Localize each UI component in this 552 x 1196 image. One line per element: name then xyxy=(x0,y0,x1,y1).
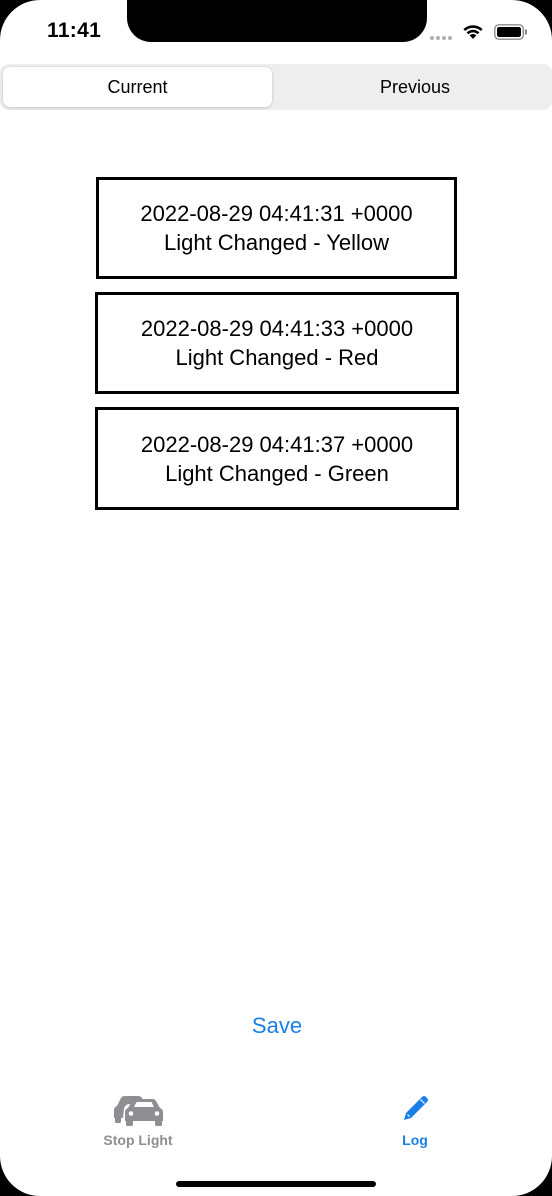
segment-current[interactable]: Current xyxy=(3,67,272,107)
segment-current-label: Current xyxy=(107,76,168,97)
tab-stop-light[interactable]: Stop Light xyxy=(68,1086,208,1156)
log-entry-timestamp: 2022-08-29 04:41:33 +0000 xyxy=(140,316,414,341)
status-time: 11:41 xyxy=(47,19,102,42)
segment-previous[interactable]: Previous xyxy=(280,67,550,107)
log-segmented-control: Current Previous xyxy=(0,64,552,110)
status-bar: 11:41 xyxy=(0,0,552,60)
battery-icon xyxy=(494,24,527,40)
pencil-icon xyxy=(387,1086,443,1126)
tab-log[interactable]: Log xyxy=(345,1086,485,1156)
log-entry: 2022-08-29 04:41:31 +0000 Light Changed … xyxy=(96,177,457,279)
log-entry: 2022-08-29 04:41:33 +0000 Light Changed … xyxy=(95,292,459,394)
cars-icon xyxy=(110,1086,166,1126)
home-indicator xyxy=(176,1181,376,1187)
log-entry-message: Light Changed - Yellow xyxy=(163,230,390,255)
log-entry-message: Light Changed - Green xyxy=(165,460,389,486)
log-entry-timestamp: 2022-08-29 04:41:31 +0000 xyxy=(140,201,413,226)
log-entry-message: Light Changed - Red xyxy=(175,345,379,370)
tab-stop-light-label: Stop Light xyxy=(103,1132,173,1148)
log-entry-timestamp: 2022-08-29 04:41:37 +0000 xyxy=(140,431,414,457)
wifi-icon xyxy=(463,25,483,39)
save-button[interactable]: Save xyxy=(226,1006,328,1046)
log-entry: 2022-08-29 04:41:37 +0000 Light Changed … xyxy=(95,407,459,510)
segment-previous-label: Previous xyxy=(379,76,451,97)
tab-log-label: Log xyxy=(402,1132,428,1148)
cellular-signal-icon xyxy=(430,29,456,40)
notch xyxy=(127,0,427,42)
app-screen: 11:41 Current Previous 2022-08-29 04:41:… xyxy=(0,0,552,1196)
